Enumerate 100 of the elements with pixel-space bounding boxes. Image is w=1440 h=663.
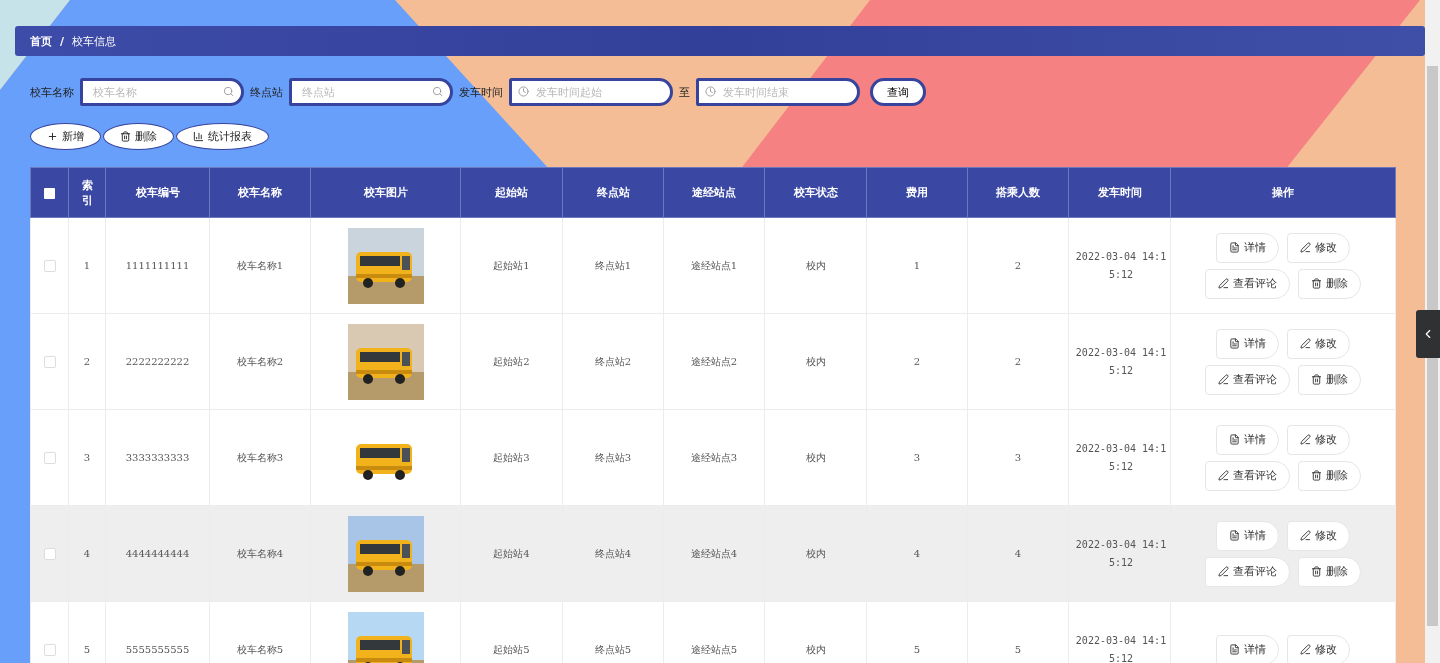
row-checkbox[interactable]	[43, 451, 56, 464]
query-button[interactable]: 查询	[870, 78, 926, 106]
column-header: 搭乘人数	[967, 167, 1069, 218]
action-button[interactable]: 查看评论	[1205, 460, 1290, 491]
table-cell: 终点站1	[562, 217, 664, 314]
breadcrumb-link[interactable]: 首页	[30, 33, 52, 49]
field-label: 校车名称	[30, 84, 74, 100]
column-header: 校车状态	[764, 167, 867, 218]
table-cell: 2	[967, 313, 1069, 410]
action-button[interactable]: 查看评论	[1205, 364, 1290, 395]
table-cell: 途经站点4	[663, 505, 765, 602]
table-cell: 校内	[764, 505, 867, 602]
table-cell: 2	[68, 313, 106, 410]
table-row[interactable]: 1 1111111111 校车名称1 起始站1 终点站1 途经站点1 校内 1 2 2022-03-04 14:15:12 详情 修改 查看评论 删除	[30, 217, 1396, 314]
table-row[interactable]: 2 2222222222 校车名称2 起始站2 终点站2 途经站点2 校内 2 2 2022-03-04 14:15:12 详情 修改 查看评论 删除	[30, 313, 1396, 410]
column-header: 费用	[866, 167, 968, 218]
trash-icon	[1311, 566, 1322, 577]
row-checkbox[interactable]	[43, 547, 56, 560]
column-header: 校车名称	[209, 167, 311, 218]
date-field[interactable]: 发车时间起始	[509, 78, 673, 106]
action-button[interactable]: 查看评论	[1205, 268, 1290, 299]
table-cell: 起始站2	[460, 313, 563, 410]
action-button[interactable]: 详情	[1216, 328, 1279, 359]
action-button[interactable]: 修改	[1287, 520, 1350, 551]
departure-time: 2022-03-04 14:15:12	[1075, 537, 1167, 570]
trash-icon	[1311, 470, 1322, 481]
side-panel-toggle[interactable]	[1416, 310, 1440, 358]
table-cell: 途经站点3	[663, 409, 765, 506]
clock-icon	[705, 86, 716, 97]
column-header: 途经站点	[663, 167, 765, 218]
table-cell: 4	[967, 505, 1069, 602]
table-cell: 4	[68, 505, 106, 602]
search-field[interactable]: 校车名称	[80, 78, 244, 106]
action-button[interactable]: 详情	[1216, 232, 1279, 263]
pen-icon	[1218, 470, 1229, 481]
field-label: 发车时间	[459, 84, 503, 100]
search-icon	[223, 86, 234, 97]
table-cell: 校内	[764, 217, 867, 314]
clock-icon	[518, 86, 529, 97]
table-cell: 途经站点1	[663, 217, 765, 314]
pen-icon	[1218, 374, 1229, 385]
table-cell: 校车名称1	[209, 217, 311, 314]
column-header: 校车图片	[310, 167, 461, 218]
column-header: 校车编号	[105, 167, 210, 218]
action-button[interactable]: 删除	[1298, 364, 1361, 395]
document-icon	[1229, 434, 1240, 445]
column-header: 索引	[68, 167, 106, 218]
table-cell: 校内	[764, 313, 867, 410]
row-checkbox[interactable]	[43, 259, 56, 272]
table-cell: 4	[866, 505, 968, 602]
bar-chart-icon	[193, 131, 204, 142]
table-cell: 2	[866, 313, 968, 410]
table-row[interactable]: 3 3333333333 校车名称3 起始站3 终点站3 途经站点3 校内 3 3 2022-03-04 14:15:12 详情 修改 查看评论 删除	[30, 409, 1396, 506]
departure-time: 2022-03-04 14:15:12	[1075, 441, 1167, 474]
action-button[interactable]: 修改	[1287, 232, 1350, 263]
table-cell: 1111111111	[105, 217, 210, 314]
row-checkbox[interactable]	[43, 355, 56, 368]
column-header: 发车时间	[1068, 167, 1171, 218]
table-cell: 起始站4	[460, 505, 563, 602]
table-cell: 校车名称2	[209, 313, 311, 410]
action-button[interactable]: 查看评论	[1205, 556, 1290, 587]
column-header: 起始站	[460, 167, 563, 218]
trash-icon	[1311, 374, 1322, 385]
action-button[interactable]: 修改	[1287, 634, 1350, 663]
table-cell: 2222222222	[105, 313, 210, 410]
departure-time: 2022-03-04 14:15:12	[1075, 345, 1167, 378]
table-cell: 3	[68, 409, 106, 506]
breadcrumb-separator: /	[60, 34, 65, 48]
departure-time: 2022-03-04 14:15:12	[1075, 633, 1167, 663]
document-icon	[1229, 338, 1240, 349]
row-checkbox[interactable]	[43, 643, 56, 656]
range-separator: 至	[679, 84, 690, 100]
table-cell: 1	[68, 217, 106, 314]
table-cell: 4444444444	[105, 505, 210, 602]
trash-icon	[1311, 278, 1322, 289]
action-button[interactable]: 删除	[1298, 268, 1361, 299]
action-button[interactable]: 详情	[1216, 634, 1279, 663]
document-icon	[1229, 242, 1240, 253]
table-cell: 校内	[764, 409, 867, 506]
table-row[interactable]: 4 4444444444 校车名称4 起始站4 终点站4 途经站点4 校内 4 4 2022-03-04 14:15:12 详情 修改 查看评论 删除	[30, 505, 1396, 602]
action-button[interactable]: 删除	[1298, 556, 1361, 587]
search-icon	[432, 86, 443, 97]
field-label: 终点站	[250, 84, 283, 100]
date-field[interactable]: 发车时间结束	[696, 78, 860, 106]
table-cell: 2	[967, 217, 1069, 314]
table-row[interactable]: 5 5555555555 校车名称5 起始站5 终点站5 途经站点5 校内 5 5 2022-03-04 14:15:12 详情 修改	[30, 601, 1396, 663]
action-button[interactable]: 修改	[1287, 424, 1350, 455]
departure-time: 2022-03-04 14:15:12	[1075, 249, 1167, 282]
select-all-checkbox[interactable]	[44, 187, 55, 199]
table-cell: 3	[866, 409, 968, 506]
action-button[interactable]: 详情	[1216, 520, 1279, 551]
table-cell: 终点站2	[562, 313, 664, 410]
table-cell: 校车名称3	[209, 409, 311, 506]
search-field[interactable]: 终点站	[289, 78, 453, 106]
action-button[interactable]: 修改	[1287, 328, 1350, 359]
scrollbar-thumb[interactable]	[1427, 66, 1438, 626]
pen-icon	[1300, 644, 1311, 655]
column-header: 操作	[1170, 167, 1396, 218]
action-button[interactable]: 删除	[1298, 460, 1361, 491]
action-button[interactable]: 详情	[1216, 424, 1279, 455]
